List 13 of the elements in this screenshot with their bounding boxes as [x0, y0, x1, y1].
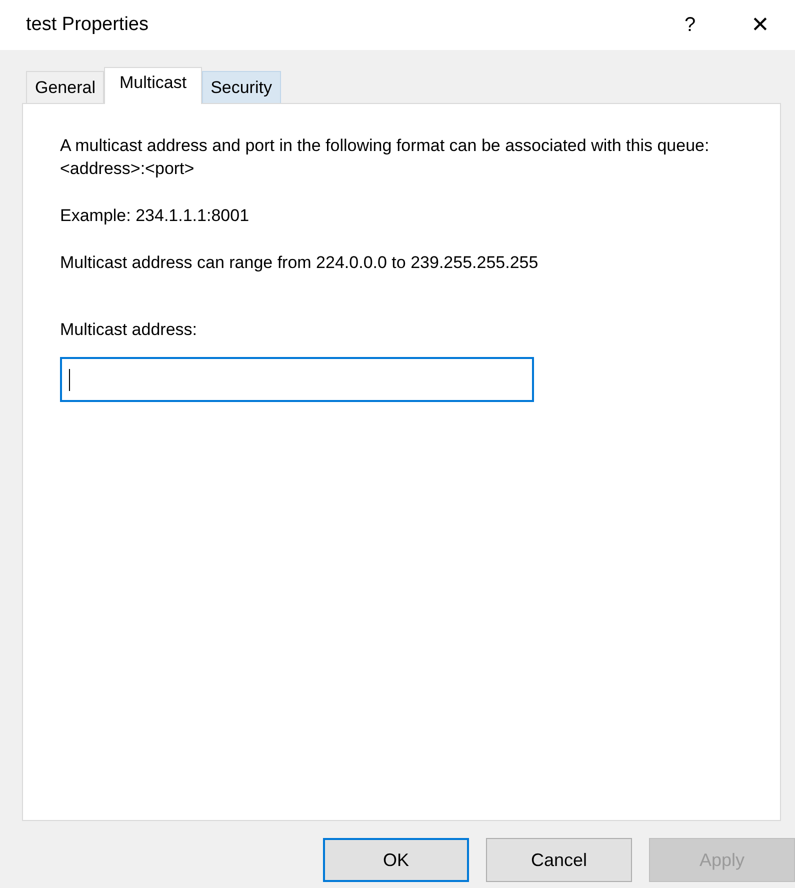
- tab[interactable]: General: [26, 71, 104, 103]
- address-input-field[interactable]: [60, 357, 534, 402]
- info-text: Example: 234.1.1.1:8001: [60, 205, 250, 227]
- dialog-button[interactable]: OK: [323, 838, 469, 882]
- tab[interactable]: Multicast: [104, 67, 202, 104]
- close-button[interactable]: ✕: [745, 12, 775, 38]
- tab[interactable]: Security: [202, 71, 281, 103]
- help-button[interactable]: ?: [675, 14, 705, 36]
- dialog-button[interactable]: Cancel: [486, 838, 632, 882]
- info-text: Multicast address can range from 224.0.0.0 to 239.255.255.255: [60, 252, 540, 274]
- window-title: test Properties: [26, 14, 150, 36]
- field-label: Multicast address:: [60, 320, 198, 340]
- info-text: A multicast address and port in the following format can be associated with this queue: <address>:<port>: [60, 135, 710, 180]
